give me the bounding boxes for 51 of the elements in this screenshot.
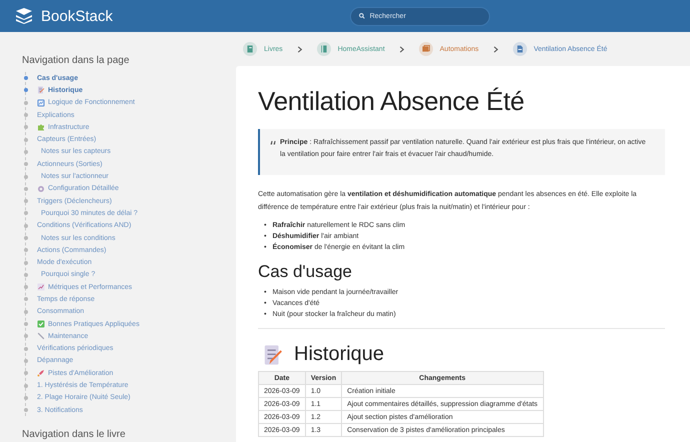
nav-bullet	[24, 162, 28, 166]
books-logo-icon	[15, 8, 33, 24]
nav-bullet	[24, 88, 28, 92]
chevron-icon	[398, 46, 405, 52]
section-title: Navigation dans le livre	[22, 429, 126, 440]
nav-bullet	[24, 248, 28, 252]
nav-bullet	[24, 408, 28, 412]
nav-bullet	[24, 297, 28, 302]
nav-bullet	[24, 150, 28, 154]
nav-bullet	[24, 186, 28, 191]
page-icon	[512, 42, 527, 56]
section-heading: Historique	[294, 343, 384, 366]
nav-bullet	[24, 346, 28, 351]
checkmark-icon	[37, 320, 45, 328]
chevron-icon	[492, 46, 499, 52]
puzzle-icon	[37, 123, 45, 132]
memo-icon	[37, 86, 45, 94]
section-heading: Cas d'usage	[258, 262, 353, 282]
nav-bullet	[24, 272, 28, 277]
nav-bullet	[24, 310, 28, 314]
nav-bullet	[24, 76, 28, 80]
memo-icon	[262, 344, 284, 366]
search-icon	[358, 13, 365, 19]
nav-bullet	[24, 260, 28, 265]
nav-bullet	[24, 285, 28, 290]
book-icon	[243, 42, 257, 56]
nav-bullet	[24, 371, 28, 376]
page-title: Ventilation Absence Été	[258, 86, 526, 117]
nav-bullet	[24, 236, 28, 240]
nav-bullet	[24, 199, 28, 204]
line-chart-icon	[37, 283, 45, 292]
chart-icon	[37, 98, 45, 107]
book-icon	[316, 42, 331, 56]
nav-bullet	[24, 211, 28, 216]
nav-bullet	[24, 384, 28, 388]
nav-bullet	[24, 125, 28, 130]
rocket-icon	[37, 369, 45, 378]
folder-icon	[418, 42, 433, 56]
section-title: Navigation dans la page	[22, 55, 130, 66]
chevron-icon	[296, 46, 303, 52]
nav-bullet	[24, 100, 28, 105]
nav-bullet	[24, 138, 28, 142]
nav-bullet	[24, 396, 28, 400]
nav-bullet	[24, 113, 28, 118]
app-logo[interactable]: BookStack	[41, 8, 113, 24]
nav-bullet	[24, 322, 28, 326]
quote-icon	[270, 140, 276, 145]
nav-bullet	[24, 358, 28, 363]
nav-bullet	[24, 224, 28, 228]
nav-bullet	[24, 334, 28, 338]
nav-bullet	[24, 174, 28, 179]
